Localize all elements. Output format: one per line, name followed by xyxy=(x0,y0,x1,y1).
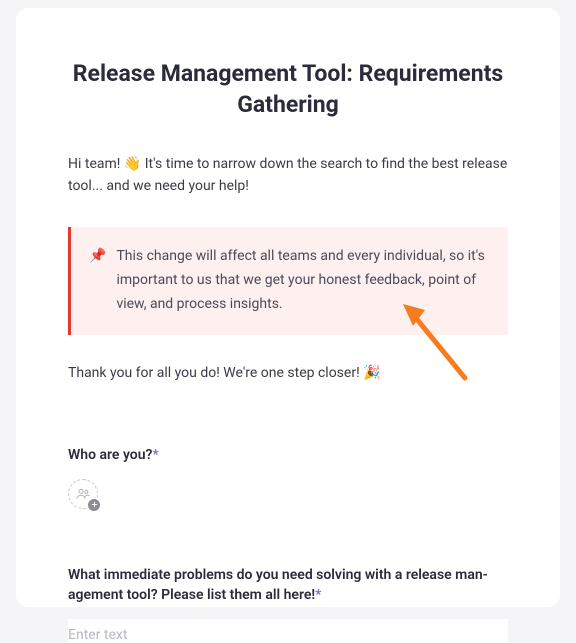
tada-emoji: 🎉 xyxy=(363,365,380,381)
required-mark: * xyxy=(315,587,321,603)
page-title: Release Management Tool: Requirements Ga… xyxy=(68,58,508,120)
plus-icon xyxy=(91,501,98,508)
intro-text: Hi team! 👋 It's time to narrow down the … xyxy=(68,154,508,197)
question-who-label: Who are you?* xyxy=(68,445,508,465)
question-problems-label: What immediate problems do you need solv… xyxy=(68,565,508,606)
plus-badge xyxy=(88,499,100,511)
callout-text: This change will affect all teams and ev… xyxy=(116,245,486,316)
question-who-text: Who are you? xyxy=(68,447,152,463)
thanks-text: Thank you for all you do! We're one step… xyxy=(68,363,508,385)
form-card: Release Management Tool: Requirements Ga… xyxy=(16,8,560,607)
wave-emoji: 👋 xyxy=(124,156,141,172)
callout-box: 📌 This change will affect all teams and … xyxy=(68,227,508,334)
thanks-prefix: Thank you for all you do! We're one step… xyxy=(68,365,363,381)
required-mark: * xyxy=(152,447,158,463)
pin-icon: 📌 xyxy=(89,245,106,316)
people-icon xyxy=(75,486,91,502)
people-picker[interactable] xyxy=(68,479,98,509)
problems-input[interactable] xyxy=(68,619,508,643)
intro-prefix: Hi team! xyxy=(68,156,124,172)
question-problems-text: What immediate problems do you need solv… xyxy=(68,567,488,603)
